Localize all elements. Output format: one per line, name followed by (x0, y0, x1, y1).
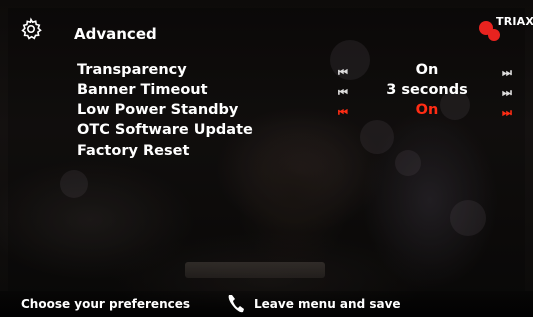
menu-item-otc-software-update[interactable]: OTC Software Update (77, 122, 253, 138)
menu-item-factory-reset[interactable]: Factory Reset (77, 143, 189, 159)
menu-item-transparency[interactable]: Transparency (77, 62, 187, 78)
footer-hint-choose: Choose your preferences (21, 297, 191, 311)
low-power-standby-value[interactable]: On (372, 102, 482, 118)
left-arrow-icon[interactable]: ⏮ (338, 86, 348, 100)
menu-item-banner-timeout[interactable]: Banner Timeout (77, 82, 208, 98)
right-arrow-icon[interactable]: ⏭ (502, 86, 512, 100)
banner-timeout-value[interactable]: 3 seconds (372, 82, 482, 98)
menu-item-low-power-standby[interactable]: Low Power Standby (77, 102, 238, 118)
page-title: Advanced (74, 25, 157, 43)
gear-icon (21, 17, 42, 40)
brand-logo: TRIAX (478, 15, 533, 43)
transparency-value[interactable]: On (372, 62, 482, 78)
footer-hint-leave: Leave menu and save (254, 297, 401, 311)
brand-logo-text: TRIAX (496, 15, 533, 28)
left-arrow-icon[interactable]: ⏮ (338, 66, 348, 80)
right-arrow-icon[interactable]: ⏭ (502, 66, 512, 80)
right-arrow-icon[interactable]: ⏭ (502, 106, 512, 120)
phone-icon (228, 295, 244, 313)
left-arrow-icon[interactable]: ⏮ (338, 106, 348, 120)
